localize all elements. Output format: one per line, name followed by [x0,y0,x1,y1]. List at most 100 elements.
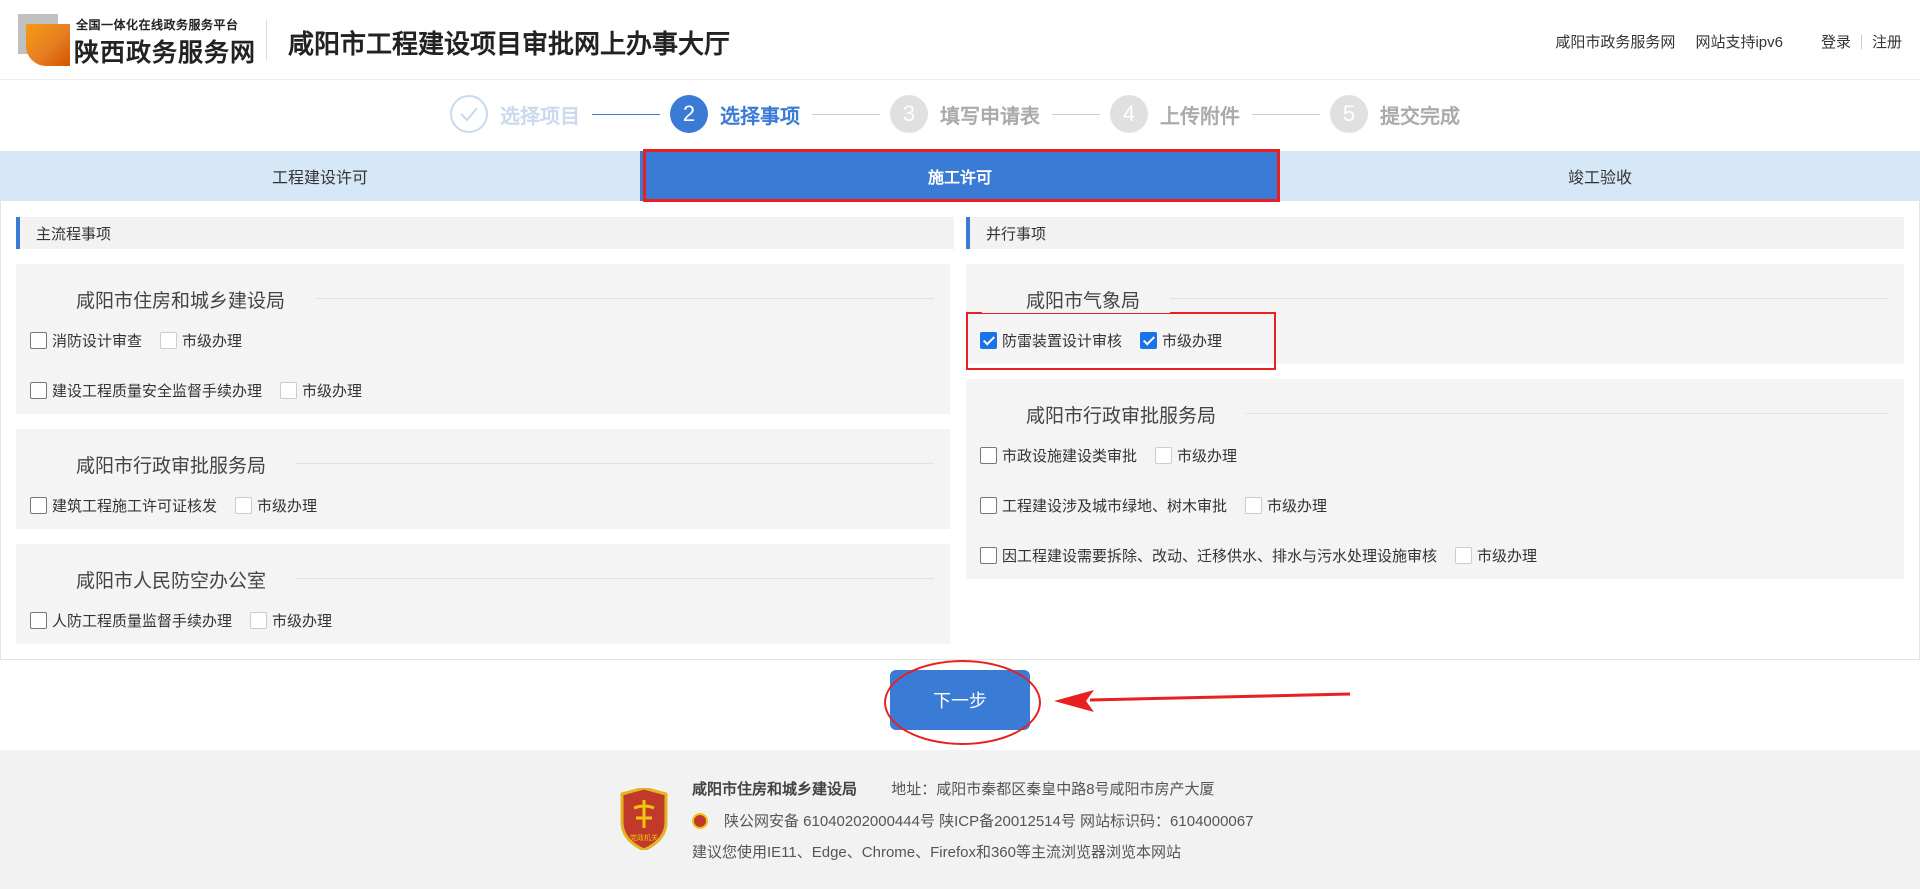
item-checkbox[interactable] [980,447,997,464]
next-step-button[interactable]: 下一步 [890,670,1030,730]
step-connector [1052,114,1100,115]
step-label: 上传附件 [1160,105,1240,128]
step-number: 5 [1330,95,1368,133]
item-label: 工程建设涉及城市绿地、树木审批 [1002,498,1228,515]
item-checkbox[interactable] [980,547,997,564]
step-number: 2 [670,95,708,133]
panel-admin-approval-right: 咸阳市行政审批服务局 市政设施建设类审批 市级办理 工程建设涉及城市绿地、树木审… [966,379,1904,579]
city-label: 市级办理 [302,383,363,400]
brand-subtitle: 全国一体化在线政务服务平台 [76,18,239,32]
register-link[interactable]: 注册 [1872,31,1902,52]
list-item: 工程建设涉及城市绿地、树木审批 市级办理 [980,495,1327,516]
panel-title: 咸阳市人民防空办公室 [32,566,297,593]
step-number: 4 [1110,95,1148,133]
city-label: 市级办理 [1162,333,1223,350]
check-icon [450,95,488,133]
link-xianyang-gov[interactable]: 咸阳市政务服务网 [1555,31,1675,52]
footer-record[interactable]: 陕公网安备 61040202000444号 陕ICP备20012514号 网站标… [724,810,1253,831]
panel-admin-approval-left: 咸阳市行政审批服务局 建筑工程施工许可证核发 市级办理 [16,429,950,529]
tab-construction-permit[interactable]: 施工许可 [640,151,1280,201]
login-link[interactable]: 登录 [1821,31,1851,52]
city-label: 市级办理 [1267,498,1328,515]
city-label: 市级办理 [272,613,333,630]
list-item: 建设工程质量安全监督手续办理 市级办理 [30,380,362,401]
step-connector [1252,114,1320,115]
panel-title: 咸阳市气象局 [982,286,1171,313]
list-item: 人防工程质量监督手续办理 市级办理 [30,610,332,631]
item-checkbox[interactable] [980,332,997,349]
city-checkbox[interactable] [235,497,253,514]
city-checkbox[interactable] [160,332,178,349]
item-checkbox[interactable] [30,497,47,514]
step-select-item: 2 选择事项 [670,95,800,133]
panel-title: 咸阳市行政审批服务局 [982,401,1247,428]
panel-title: 咸阳市行政审批服务局 [32,451,297,478]
shaanxi-logo-icon[interactable] [18,14,70,66]
city-checkbox[interactable] [1155,447,1173,464]
step-connector [812,114,880,115]
annotation-arrow-icon [1054,690,1351,712]
progress-steps: 选择项目 2 选择事项 3 填写申请表 4 上传附件 5 提交完成 [0,92,1920,140]
list-item: 市政设施建设类审批 市级办理 [980,445,1237,466]
city-label: 市级办理 [257,498,318,515]
top-links: 咸阳市政务服务网 网站支持ipv6 登录 注册 [1535,31,1902,52]
panel-title: 咸阳市住房和城乡建设局 [32,286,316,313]
item-checkbox[interactable] [30,332,47,349]
city-checkbox[interactable] [280,382,298,399]
item-label: 因工程建设需要拆除、改动、迁移供水、排水与污水处理设施审核 [1002,548,1438,565]
item-checkbox[interactable] [30,382,47,399]
city-checkbox[interactable] [1245,497,1263,514]
header-divider [266,20,267,60]
city-level-option[interactable]: 市级办理 [1245,495,1327,516]
item-label: 建设工程质量安全监督手续办理 [52,383,263,400]
panel-housing-bureau: 咸阳市住房和城乡建设局 消防设计审查 市级办理 建设工程质量安全监督手续办理 市… [16,264,950,414]
item-label: 建筑工程施工许可证核发 [52,498,218,515]
step-label: 选择项目 [500,105,580,128]
item-checkbox[interactable] [980,497,997,514]
footer-org-line: 咸阳市住房和城乡建设局 地址：咸阳市秦都区秦皇中路8号咸阳市房产大厦 [692,778,1215,799]
party-government-emblem-icon[interactable]: 党政机关 [618,788,670,850]
list-item: 防雷装置设计审核 市级办理 [980,330,1222,351]
city-level-option[interactable]: 市级办理 [1140,330,1222,351]
city-label: 市级办理 [1177,448,1238,465]
step-label: 提交完成 [1380,105,1460,128]
page-title: 咸阳市工程建设项目审批网上办事大厅 [288,29,731,59]
main-process-heading: 主流程事项 [16,217,954,249]
step-fill-form: 3 填写申请表 [890,95,1040,133]
item-label: 市政设施建设类审批 [1002,448,1138,465]
city-level-option[interactable]: 市级办理 [250,610,332,631]
list-item: 建筑工程施工许可证核发 市级办理 [30,495,317,516]
panel-meteorological-bureau: 咸阳市气象局 防雷装置设计审核 市级办理 [966,264,1904,364]
footer-browser-tip: 建议您使用IE11、Edge、Chrome、Firefox和360等主流浏览器浏… [692,844,1181,861]
city-level-option[interactable]: 市级办理 [1155,445,1237,466]
site-header: 全国一体化在线政务服务平台 陕西政务服务网 咸阳市工程建设项目审批网上办事大厅 … [0,0,1920,80]
step-number: 3 [890,95,928,133]
list-item: 消防设计审查 市级办理 [30,330,242,351]
city-checkbox[interactable] [250,612,268,629]
city-level-option[interactable]: 市级办理 [280,380,362,401]
city-level-option[interactable]: 市级办理 [235,495,317,516]
brand-title[interactable]: 陕西政务服务网 [74,33,256,69]
list-item: 因工程建设需要拆除、改动、迁移供水、排水与污水处理设施审核 市级办理 [980,545,1537,566]
tab-completion-acceptance[interactable]: 竣工验收 [1280,151,1920,201]
city-level-option[interactable]: 市级办理 [1455,545,1537,566]
item-label: 人防工程质量监督手续办理 [52,613,233,630]
step-label: 选择事项 [720,105,800,128]
police-badge-icon [692,812,708,829]
step-label: 填写申请表 [940,105,1040,128]
item-label: 防雷装置设计审核 [1002,333,1123,350]
footer-record-line: 陕公网安备 61040202000444号 陕ICP备20012514号 网站标… [692,810,1253,831]
link-separator [1860,34,1862,49]
step-upload: 4 上传附件 [1110,95,1240,133]
footer-org: 咸阳市住房和城乡建设局 [692,781,858,798]
city-level-option[interactable]: 市级办理 [160,330,242,351]
item-label: 消防设计审查 [52,333,143,350]
city-checkbox[interactable] [1140,332,1158,349]
item-checkbox[interactable] [30,612,47,629]
step-connector [592,114,660,115]
city-label: 市级办理 [1477,548,1538,565]
city-checkbox[interactable] [1455,547,1473,564]
step-select-project: 选择项目 [450,95,580,133]
tab-construction-permit-planning[interactable]: 工程建设许可 [0,151,640,201]
panel-civil-air-defense: 咸阳市人民防空办公室 人防工程质量监督手续办理 市级办理 [16,544,950,644]
